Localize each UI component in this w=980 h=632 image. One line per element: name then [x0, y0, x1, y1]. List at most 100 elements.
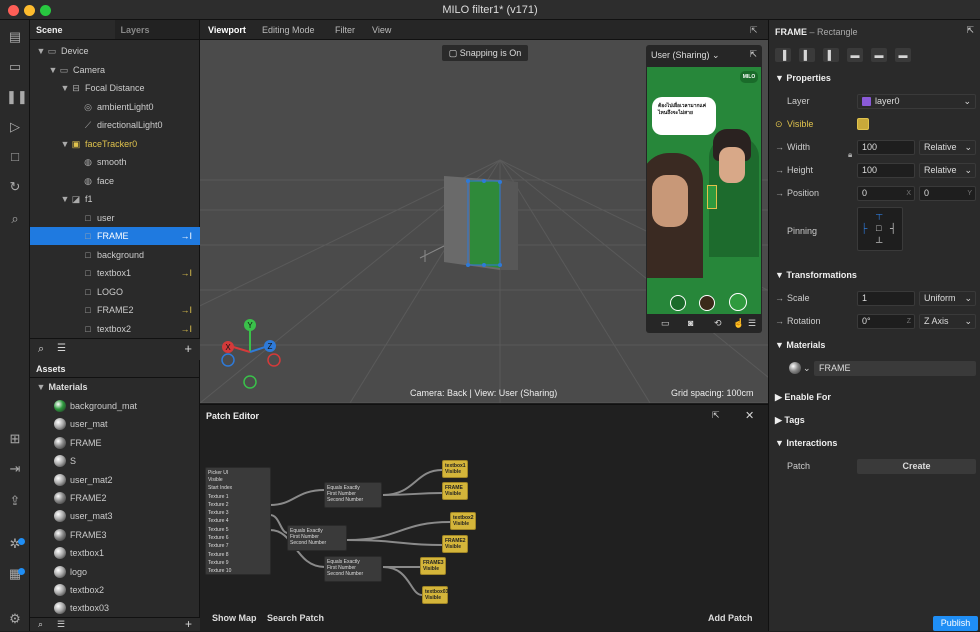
layer-select[interactable]: layer0 ⌄	[857, 94, 976, 109]
rotation-axis-select[interactable]: Z Axis ⌄	[919, 314, 976, 329]
tree-item[interactable]: □ LOGO	[30, 283, 200, 301]
material-item[interactable]: FRAME3	[30, 526, 200, 544]
import-icon[interactable]: ⊞	[6, 430, 24, 448]
tree-item[interactable]: ◎ ambientLight0	[30, 98, 200, 116]
section-materials[interactable]: ▼ Materials	[775, 340, 825, 350]
tree-item[interactable]: ▼ ▭ Camera	[30, 61, 200, 79]
textbox1-visible-patch[interactable]: textbox1 Visible	[442, 460, 468, 478]
tree-item[interactable]: ◍ smooth	[30, 153, 200, 171]
search-icon[interactable]: ⌕	[6, 210, 24, 228]
search-icon[interactable]: ⌕	[38, 343, 44, 356]
pin-top-icon[interactable]: ┬	[876, 209, 882, 219]
material-item[interactable]: FRAME2	[30, 489, 200, 507]
export-icon[interactable]: ⇪	[6, 492, 24, 510]
align-left-icon[interactable]: ▐	[775, 48, 791, 62]
tab-layers[interactable]: Layers	[115, 20, 200, 39]
add-patch-button[interactable]: Add Patch	[708, 613, 753, 623]
play-icon[interactable]: ▷	[6, 118, 24, 136]
layout-icon[interactable]: ▤	[6, 28, 24, 46]
equals-exactly-patch-3[interactable]: Equals Exactly First Number Second Numbe…	[324, 556, 382, 582]
tab-scene[interactable]: Scene	[30, 20, 115, 39]
tab-view[interactable]: View	[372, 25, 391, 35]
material-item[interactable]: user_mat3	[30, 507, 200, 525]
link-icon[interactable]: →I	[180, 320, 192, 338]
video-icon[interactable]: ▭	[6, 58, 24, 76]
align-middle-icon[interactable]: ▬	[871, 48, 887, 62]
height-unit-select[interactable]: Relative ⌄	[919, 163, 976, 178]
scale-mode-select[interactable]: Uniform ⌄	[919, 291, 976, 306]
frame3-visible-patch[interactable]: FRAME3 Visible	[420, 557, 446, 575]
link-icon[interactable]: →I	[180, 227, 192, 245]
login-icon[interactable]: ⇥	[6, 460, 24, 478]
equals-exactly-patch-1[interactable]: Equals Exactly First Number Second Numbe…	[324, 482, 382, 508]
tab-filter[interactable]: Filter	[335, 25, 355, 35]
position-x-input[interactable]: 0X	[857, 186, 915, 201]
material-item[interactable]: textbox03	[30, 599, 200, 617]
preview-device-select[interactable]: User (Sharing) ⌄	[651, 50, 720, 61]
material-item[interactable]: FRAME	[30, 434, 200, 452]
tree-item[interactable]: □ FRAME →I	[30, 227, 200, 245]
tree-item[interactable]: ⟋ directionalLight0	[30, 116, 200, 134]
tree-item[interactable]: ▼ ◪ f1	[30, 190, 200, 208]
preview-window[interactable]: User (Sharing) ⌄ ⇱ MILO ต้องไปเผื่อเวลาม…	[646, 45, 762, 333]
align-center-icon[interactable]: ▌	[799, 48, 815, 62]
scale-input[interactable]: 1	[857, 291, 915, 306]
section-transformations[interactable]: ▼ Transformations	[775, 270, 857, 280]
axis-gizmo[interactable]: Y X Z	[218, 317, 288, 392]
material-item[interactable]: background_mat	[30, 397, 200, 415]
arrow-icon[interactable]: →	[775, 137, 784, 157]
add-icon[interactable]: +	[184, 341, 192, 356]
material-item[interactable]: textbox2	[30, 581, 200, 599]
snapping-badge[interactable]: ▢ Snapping is On	[442, 45, 528, 61]
patch-editor[interactable]: Patch Editor ⇱ ✕ Picker UI Visible Start …	[200, 404, 768, 631]
link-icon[interactable]: →I	[180, 264, 192, 282]
section-properties[interactable]: ▼ Properties	[775, 73, 831, 83]
position-y-input[interactable]: 0Y	[919, 186, 976, 201]
chevron-down-icon[interactable]: ▼	[48, 61, 58, 79]
touch-icon[interactable]: ☝	[733, 318, 744, 329]
rotation-input[interactable]: 0° Z	[857, 314, 915, 329]
keyframe-icon[interactable]: ⊙	[775, 114, 783, 134]
align-right-icon[interactable]: ▌	[823, 48, 839, 62]
lock-icon[interactable]: 🔒︎	[848, 150, 852, 160]
tree-item[interactable]: □ FRAME2 →I	[30, 301, 200, 319]
video-icon[interactable]: ▭	[661, 318, 670, 329]
align-top-icon[interactable]: ▬	[847, 48, 863, 62]
popout-icon[interactable]: ⇱	[750, 25, 758, 36]
tree-item[interactable]: ▼ ▣ faceTracker0	[30, 135, 200, 153]
arrow-icon[interactable]: →	[775, 311, 784, 331]
material-field[interactable]: FRAME	[814, 361, 976, 376]
tab-editing-mode[interactable]: Editing Mode	[262, 25, 315, 35]
tab-viewport[interactable]: Viewport	[208, 25, 246, 35]
chevron-down-icon[interactable]: ▼	[36, 42, 46, 60]
frame2-visible-patch[interactable]: FRAME2 Visible	[442, 535, 468, 553]
show-map-button[interactable]: Show Map	[212, 613, 257, 623]
material-item[interactable]: logo	[30, 563, 200, 581]
chevron-down-icon[interactable]: ▼	[60, 79, 70, 97]
tree-item[interactable]: ◍ face	[30, 172, 200, 190]
search-icon[interactable]: ⌕	[38, 619, 43, 630]
tree-item[interactable]: ▼ ⊟ Focal Distance	[30, 79, 200, 97]
popout-icon[interactable]: ⇱	[749, 49, 757, 60]
arrow-icon[interactable]: →	[775, 288, 784, 308]
flip-camera-icon[interactable]: ⟲	[714, 318, 722, 329]
chevron-down-icon[interactable]: ▼	[60, 135, 70, 153]
tree-item[interactable]: □ textbox1 →I	[30, 264, 200, 282]
publish-button[interactable]: Publish	[933, 616, 978, 631]
align-bottom-icon[interactable]: ▬	[895, 48, 911, 62]
viewport[interactable]: ▢ Snapping is On Y X Z Camera: Back | Vi…	[200, 40, 768, 403]
screenshot-icon[interactable]: ◙	[688, 318, 693, 328]
link-icon[interactable]: →I	[180, 301, 192, 319]
section-tags[interactable]: ▶ Tags	[775, 415, 805, 426]
search-patch-button[interactable]: Search Patch	[267, 613, 324, 623]
textbox03-visible-patch[interactable]: textbox03 Visible	[422, 586, 448, 604]
menu-icon[interactable]: ☰	[748, 318, 756, 329]
width-input[interactable]: 100	[857, 140, 915, 155]
visible-checkbox[interactable]	[857, 118, 869, 130]
arrow-icon[interactable]: →	[775, 183, 784, 203]
material-item[interactable]: user_mat	[30, 415, 200, 433]
material-item[interactable]: user_mat2	[30, 471, 200, 489]
pause-icon[interactable]: ❚❚	[6, 88, 28, 106]
tree-item[interactable]: □ background	[30, 246, 200, 264]
pin-right-icon[interactable]: ┤	[890, 223, 896, 233]
